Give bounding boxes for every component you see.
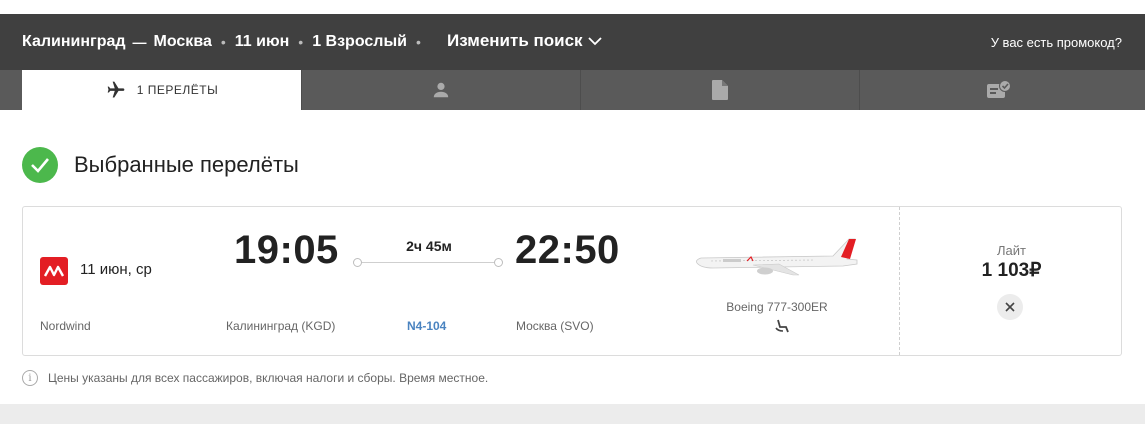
plane-icon [107, 81, 125, 98]
aircraft-model: Boeing 777-300ER [726, 300, 828, 314]
separator-dot: • [298, 34, 304, 50]
airline-name: Nordwind [40, 319, 91, 333]
tab-flights[interactable]: 1 ПЕРЕЛЁТЫ [22, 70, 301, 110]
departure-time: 19:05 [234, 228, 339, 272]
check-circle-icon [22, 147, 58, 183]
remove-flight-button[interactable] [997, 294, 1023, 320]
promo-code-link[interactable]: У вас есть промокод? [991, 35, 1122, 50]
destination-city: Москва [153, 33, 212, 50]
flight-timeline [353, 257, 503, 269]
person-icon [433, 82, 449, 98]
separator-dot: • [220, 34, 226, 50]
arrival-time: 22:50 [515, 228, 620, 272]
departure-airport: Калининград (KGD) [226, 319, 336, 333]
info-icon: i [22, 370, 38, 386]
tab-documents[interactable] [580, 70, 859, 110]
fare-block: Лайт 1 103₽ [900, 243, 1123, 282]
flight-duration: 2ч 45м [406, 238, 452, 254]
arrival-airport: Москва (SVO) [516, 319, 594, 333]
chevron-down-icon [587, 36, 602, 45]
change-search-button[interactable]: Изменить поиск [447, 31, 602, 51]
route-summary: Калининград — Москва • 11 июн • 1 Взросл… [22, 33, 430, 51]
tab-checkout[interactable] [859, 70, 1138, 110]
page-footer-band [0, 404, 1145, 424]
flight-date: 11 июн, ср [80, 261, 152, 278]
timeline-start-dot [353, 258, 362, 267]
tab-flights-label: 1 ПЕРЕЛЁТЫ [136, 83, 219, 97]
aircraft-image [696, 238, 858, 276]
booking-steps-tabs: 1 ПЕРЕЛЁТЫ [0, 70, 1145, 110]
fare-name: Лайт [997, 243, 1026, 258]
airline-logo-icon [40, 257, 68, 285]
passenger-count: 1 Взрослый [312, 33, 407, 50]
price-note-text: Цены указаны для всех пассажиров, включа… [48, 371, 489, 385]
change-search-label: Изменить поиск [447, 31, 583, 50]
fare-price: 1 103₽ [981, 260, 1042, 281]
seat-icon [775, 319, 789, 333]
flight-number-link[interactable]: N4-104 [407, 319, 446, 333]
checkin-icon [987, 80, 1011, 98]
document-icon [712, 80, 728, 100]
origin-city: Калининград [22, 33, 126, 50]
route-dash: — [132, 34, 147, 50]
timeline-line [361, 262, 495, 263]
selected-flights-heading: Выбранные перелёты [22, 147, 299, 183]
search-summary-bar: Калининград — Москва • 11 июн • 1 Взросл… [0, 14, 1145, 70]
tab-passengers[interactable] [301, 70, 580, 110]
flight-card: 11 июн, ср Nordwind 19:05 2ч 45м 22:50 К… [22, 206, 1122, 356]
travel-date: 11 июн [234, 33, 290, 50]
timeline-end-dot [494, 258, 503, 267]
separator-dot: • [415, 34, 421, 50]
section-title: Выбранные перелёты [74, 152, 299, 177]
close-icon [1005, 302, 1015, 312]
price-note: i Цены указаны для всех пассажиров, вклю… [22, 370, 488, 386]
